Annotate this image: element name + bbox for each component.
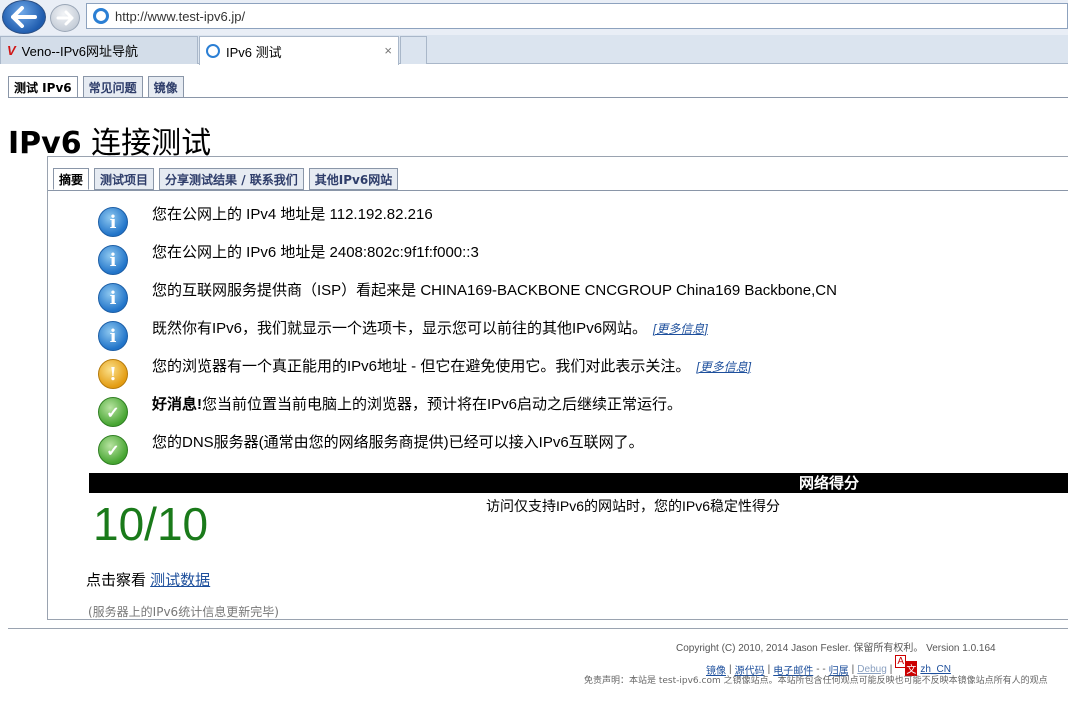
result-text: 您在公网上的 IPv6 地址是 2408:802c:9f1f:f000::3 [152, 244, 479, 261]
result-row: i 既然你有IPv6，我们就显示一个选项卡，显示您可以前往的其他IPv6网站。 [… [98, 319, 708, 355]
result-row: i 您在公网上的 IPv4 地址是 112.192.82.216 [98, 205, 433, 241]
site-tabs: 测试 IPv6 常见问题 镜像 [8, 76, 184, 98]
result-text-main: 您当前位置当前电脑上的浏览器，预计将在IPv6启动之后继续正常运行。 [202, 396, 683, 413]
back-button[interactable] [2, 0, 46, 34]
address-bar[interactable]: http://www.test-ipv6.jp/ [86, 3, 1068, 29]
server-info: (服务器上的IPv6统计信息更新完毕) [88, 605, 279, 619]
result-text: 您的互联网服务提供商（ISP）看起来是 CHINA169-BACKBONE CN… [152, 282, 837, 299]
result-row: ✓ 您的DNS服务器(通常由您的网络服务商提供)已经可以接入IPv6互联网了。 [98, 433, 644, 469]
browser-tab-strip: V Veno--IPv6网址导航 IPv6 测试 × [0, 35, 1068, 65]
result-row: ✓ 好消息!您当前位置当前电脑上的浏览器，预计将在IPv6启动之后继续正常运行。 [98, 395, 682, 431]
result-text: 好消息!您当前位置当前电脑上的浏览器，预计将在IPv6启动之后继续正常运行。 [152, 395, 682, 415]
checkmark-icon: ✓ [98, 397, 128, 427]
divider [48, 190, 1068, 191]
good-news-label: 好消息! [152, 396, 202, 413]
ie-tab-icon [206, 44, 220, 58]
score-header: 网络得分 [799, 474, 860, 492]
ie-page-icon [93, 8, 109, 24]
address-text[interactable]: http://www.test-ipv6.jp/ [115, 9, 245, 24]
tab-share[interactable]: 分享测试结果 / 联系我们 [159, 168, 304, 190]
tab-faq[interactable]: 常见问题 [82, 76, 143, 98]
result-row: i 您在公网上的 IPv6 地址是 2408:802c:9f1f:f000::3 [98, 243, 479, 279]
back-arrow-icon [11, 6, 37, 28]
info-icon: i [98, 207, 128, 237]
result-row: ! 您的浏览器有一个真正能用的IPv6地址 - 但它在避免使用它。我们对此表示关… [98, 357, 751, 393]
copyright: Copyright (C) 2010, 2014 Jason Fesler. 保… [676, 643, 996, 654]
result-text: 您在公网上的 IPv4 地址是 112.192.82.216 [152, 206, 433, 223]
divider [8, 97, 1068, 98]
test-data-link[interactable]: 测试数据 [150, 572, 210, 589]
checkmark-icon: ✓ [98, 435, 128, 465]
result-text-main: 您的浏览器有一个真正能用的IPv6地址 - 但它在避免使用它。我们对此表示关注。 [152, 358, 691, 375]
score-value: 10/10 [93, 498, 209, 550]
info-icon: i [98, 245, 128, 275]
tab-summary[interactable]: 摘要 [53, 168, 90, 190]
tab-tests[interactable]: 测试项目 [94, 168, 155, 190]
score-description: 访问仅支持IPv6的网站时，您的IPv6稳定性得分 [486, 498, 781, 514]
result-row: i 您的互联网服务提供商（ISP）看起来是 CHINA169-BACKBONE … [98, 281, 837, 317]
tab-test-ipv6[interactable]: 测试 IPv6 [8, 76, 78, 98]
result-text-main: 既然你有IPv6，我们就显示一个选项卡，显示您可以前往的其他IPv6网站。 [152, 320, 648, 337]
view-data-line: 点击察看 测试数据 [86, 569, 210, 590]
browser-tab-ipv6-test[interactable]: IPv6 测试 × [199, 36, 399, 65]
divider [8, 628, 1068, 629]
warning-icon: ! [98, 359, 128, 389]
browser-chrome: http://www.test-ipv6.jp/ V Veno--IPv6网址导… [0, 0, 1068, 65]
info-icon: i [98, 321, 128, 351]
tab-other-sites[interactable]: 其他IPv6网站 [308, 168, 399, 190]
browser-tab-veno[interactable]: V Veno--IPv6网址导航 [0, 36, 198, 64]
close-icon[interactable]: × [384, 43, 392, 58]
disclaimer: 免责声明：本站是 test-ipv6.com 之镜像站点。本站所包含任何观点可能… [584, 676, 1048, 686]
forward-button[interactable] [50, 4, 80, 32]
score-header-bar: 网络得分 [89, 473, 1068, 493]
veno-logo-icon: V [7, 43, 16, 58]
view-data-prefix: 点击察看 [86, 572, 151, 589]
inner-tabs: 摘要 测试项目 分享测试结果 / 联系我们 其他IPv6网站 [53, 168, 399, 190]
more-info-link[interactable]: [更多信息] [696, 360, 751, 374]
browser-tab-label: Veno--IPv6网址导航 [21, 44, 138, 59]
result-text: 既然你有IPv6，我们就显示一个选项卡，显示您可以前往的其他IPv6网站。 [更多… [152, 319, 708, 339]
new-tab-button[interactable] [400, 36, 427, 64]
result-text: 您的DNS服务器(通常由您的网络服务商提供)已经可以接入IPv6互联网了。 [152, 434, 644, 451]
results-panel: 摘要 测试项目 分享测试结果 / 联系我们 其他IPv6网站 i 您在公网上的 … [47, 156, 1068, 620]
tab-mirrors[interactable]: 镜像 [147, 76, 184, 98]
info-icon: i [98, 283, 128, 313]
more-info-link[interactable]: [更多信息] [653, 322, 708, 336]
result-text: 您的浏览器有一个真正能用的IPv6地址 - 但它在避免使用它。我们对此表示关注。… [152, 357, 751, 377]
forward-arrow-icon [56, 10, 74, 26]
browser-tab-label: IPv6 测试 [226, 44, 282, 60]
